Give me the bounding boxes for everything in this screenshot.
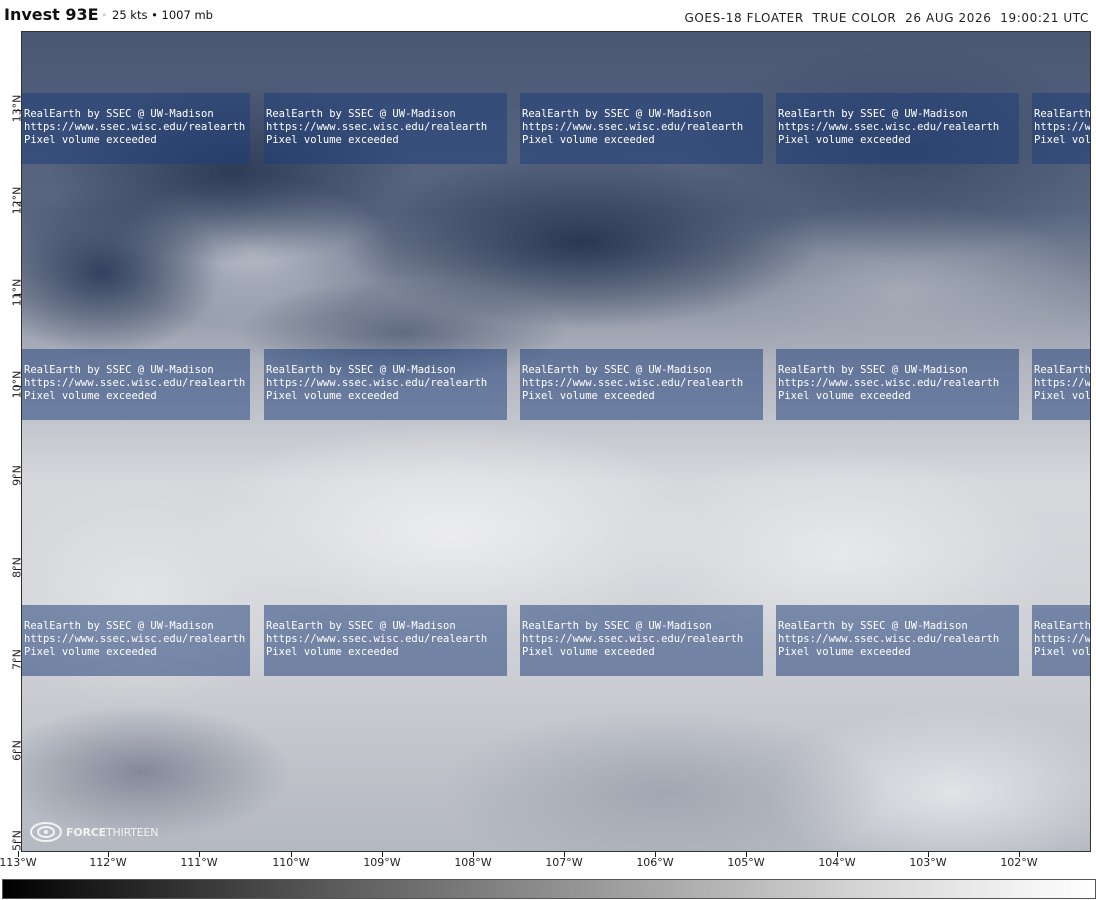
watermark-line3: Pixel volume exceeded [1034,390,1090,402]
watermark-tile: RealEarth by SSEC @ UW-Madison https://w… [776,349,1019,420]
watermark-line3: Pixel volume exceeded [1034,646,1090,658]
watermark-line2: https://www.ssec.wisc.edu/realearth [778,121,1000,133]
storm-stats: 25 kts • 1007 mb [112,8,213,22]
hurricane-icon [30,822,62,842]
watermark-line3: Pixel volume exceeded [522,134,655,146]
watermark-tile: RealEarth by SSEC @ UW-Madison https://w… [264,349,507,420]
watermark-line3: Pixel volume exceeded [1034,134,1090,146]
watermark-tile: RealEarth by SSEC @ UW-Madison https://w… [1032,349,1090,420]
watermark-line1: RealEarth by SSEC @ UW-Madison [778,364,968,376]
lat-label: 10°N [10,370,24,399]
lon-label: 109°W [363,856,401,869]
logo-word-force: FORCE [66,826,106,839]
watermark-tile: RealEarth by SSEC @ UW-Madison https://w… [22,349,250,420]
watermark-line1: RealEarth by SSEC @ UW-Madison [778,620,968,632]
watermark-line2: https://www.ssec.wisc.edu/realearth [1034,121,1090,133]
lat-label: 7°N [10,649,24,670]
watermark-line1: RealEarth by SSEC @ UW-Madison [1034,620,1090,632]
watermark-line3: Pixel volume exceeded [24,646,157,658]
watermark-line2: https://www.ssec.wisc.edu/realearth [266,121,488,133]
lon-label: 103°W [909,856,947,869]
lon-label: 113°W [0,856,37,869]
watermark-line3: Pixel volume exceeded [778,134,911,146]
watermark-line1: RealEarth by SSEC @ UW-Madison [522,108,712,120]
watermark-line2: https://www.ssec.wisc.edu/realearth [1034,377,1090,389]
lat-label: 11°N [10,278,24,307]
separator-dot: • [101,9,108,22]
lat-label: 8°N [10,557,24,578]
watermark-tile: RealEarth by SSEC @ UW-Madison https://w… [1032,93,1090,164]
watermark-tile: RealEarth by SSEC @ UW-Madison https://w… [776,605,1019,676]
watermark-line2: https://www.ssec.wisc.edu/realearth [24,377,246,389]
watermark-line1: RealEarth by SSEC @ UW-Madison [266,620,456,632]
lat-label: 5°N [10,830,24,851]
lon-label: 112°W [89,856,127,869]
watermark-tile: RealEarth by SSEC @ UW-Madison https://w… [1032,605,1090,676]
watermark-line2: https://www.ssec.wisc.edu/realearth [522,633,744,645]
lon-label: 104°W [818,856,856,869]
lon-label: 110°W [272,856,310,869]
watermark-line2: https://www.ssec.wisc.edu/realearth [266,377,488,389]
lat-label: 6°N [10,740,24,761]
lon-label: 107°W [545,856,583,869]
watermark-line3: Pixel volume exceeded [266,134,399,146]
watermark-line3: Pixel volume exceeded [24,134,157,146]
watermark-tile: RealEarth by SSEC @ UW-Madison https://w… [264,605,507,676]
watermark-tile: RealEarth by SSEC @ UW-Madison https://w… [776,93,1019,164]
lat-label: 12°N [10,186,24,215]
watermark-line1: RealEarth by SSEC @ UW-Madison [1034,108,1090,120]
watermark-tile: RealEarth by SSEC @ UW-Madison https://w… [264,93,507,164]
watermark-line1: RealEarth by SSEC @ UW-Madison [24,364,214,376]
watermark-tile: RealEarth by SSEC @ UW-Madison https://w… [520,605,763,676]
lat-label: 9°N [10,465,24,486]
watermark-line1: RealEarth by SSEC @ UW-Madison [1034,364,1090,376]
watermark-line3: Pixel volume exceeded [266,646,399,658]
watermark-line1: RealEarth by SSEC @ UW-Madison [266,364,456,376]
watermark-line1: RealEarth by SSEC @ UW-Madison [24,620,214,632]
watermark-line1: RealEarth by SSEC @ UW-Madison [522,620,712,632]
sensor-info: GOES-18 FLOATER TRUE COLOR 26 AUG 2026 1… [684,11,1089,25]
watermark-line3: Pixel volume exceeded [24,390,157,402]
watermark-line2: https://www.ssec.wisc.edu/realearth [778,633,1000,645]
watermark-tile: RealEarth by SSEC @ UW-Madison https://w… [22,605,250,676]
lon-label: 111°W [180,856,218,869]
watermark-line3: Pixel volume exceeded [778,646,911,658]
lon-label: 105°W [727,856,765,869]
watermark-line2: https://www.ssec.wisc.edu/realearth [24,633,246,645]
watermark-line2: https://www.ssec.wisc.edu/realearth [24,121,246,133]
watermark-line2: https://www.ssec.wisc.edu/realearth [522,377,744,389]
lon-label: 102°W [1000,856,1038,869]
lon-label: 108°W [454,856,492,869]
watermark-line2: https://www.ssec.wisc.edu/realearth [1034,633,1090,645]
watermark-line2: https://www.ssec.wisc.edu/realearth [778,377,1000,389]
watermark-line2: https://www.ssec.wisc.edu/realearth [522,121,744,133]
watermark-line2: https://www.ssec.wisc.edu/realearth [266,633,488,645]
colorbar [0,877,1096,900]
watermark-line3: Pixel volume exceeded [778,390,911,402]
colorbar-gradient [2,879,1096,899]
lat-label: 13°N [10,94,24,123]
logo-text: FORCETHIRTEEN [66,826,158,839]
watermark-tile: RealEarth by SSEC @ UW-Madison https://w… [22,93,250,164]
logo-word-thirteen: THIRTEEN [105,826,159,839]
header-bar: Invest 93E • 25 kts • 1007 mb GOES-18 FL… [0,0,1096,30]
watermark-line1: RealEarth by SSEC @ UW-Madison [522,364,712,376]
watermark-line3: Pixel volume exceeded [266,390,399,402]
watermark-tile: RealEarth by SSEC @ UW-Madison https://w… [520,93,763,164]
watermark-line1: RealEarth by SSEC @ UW-Madison [778,108,968,120]
lon-label: 106°W [636,856,674,869]
watermark-line1: RealEarth by SSEC @ UW-Madison [24,108,214,120]
watermark-line3: Pixel volume exceeded [522,646,655,658]
watermark-tile: RealEarth by SSEC @ UW-Madison https://w… [520,349,763,420]
storm-name: Invest 93E [4,5,99,24]
watermark-line3: Pixel volume exceeded [522,390,655,402]
watermark-line1: RealEarth by SSEC @ UW-Madison [266,108,456,120]
satellite-image[interactable]: RealEarth by SSEC @ UW-Madison https://w… [21,31,1091,852]
